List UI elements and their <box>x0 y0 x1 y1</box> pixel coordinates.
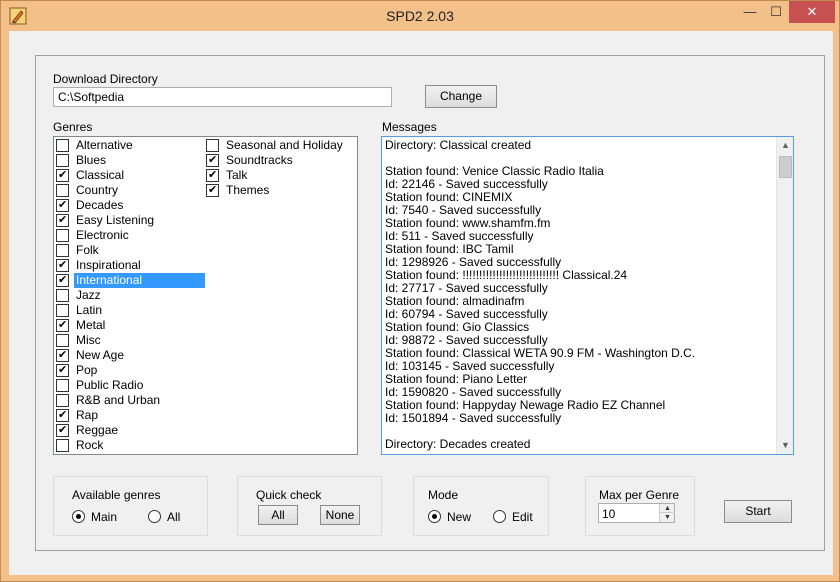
messages-text: Directory: Classical created Station foun… <box>382 139 776 451</box>
genre-checkbox[interactable] <box>206 183 219 198</box>
edit-radio-label: Edit <box>512 510 533 524</box>
genre-label: New Age <box>76 348 125 362</box>
message-line: Directory: Classical created <box>385 138 532 152</box>
change-button[interactable]: Change <box>425 85 497 108</box>
max-per-genre-label: Max per Genre <box>599 488 680 502</box>
mode-group: Mode New Edit <box>413 476 549 536</box>
genre-checkbox[interactable] <box>56 379 69 392</box>
genre-label: Latin <box>76 303 103 317</box>
genre-label: Blues <box>76 153 107 167</box>
genre-label: Folk <box>76 243 99 257</box>
genre-checkbox[interactable] <box>56 229 69 242</box>
genre-label: Metal <box>76 318 106 332</box>
genre-checkbox[interactable] <box>206 153 219 168</box>
genres-checklist[interactable]: AlternativeBluesClassicalCountryDecadesE… <box>53 136 358 455</box>
messages-scrollbar[interactable]: ▲ ▼ <box>776 137 793 454</box>
radio-new-dot[interactable] <box>428 510 441 523</box>
max-per-genre-value[interactable]: 10 <box>602 507 615 521</box>
scroll-up-icon[interactable]: ▲ <box>777 137 793 154</box>
genre-label: Reggae <box>76 423 119 437</box>
messages-label: Messages <box>382 120 437 134</box>
new-radio-label: New <box>447 510 472 524</box>
genre-label: Electronic <box>76 228 129 242</box>
genre-checkbox[interactable] <box>56 273 69 288</box>
message-line: Id: 1501894 - Saved successfully <box>385 411 562 425</box>
genre-checkbox[interactable] <box>206 139 219 152</box>
genre-checkbox[interactable] <box>56 348 69 363</box>
scroll-thumb[interactable] <box>779 156 792 178</box>
main-panel: Download Directory C:\Softpedia Change G… <box>35 55 825 551</box>
minimize-button[interactable]: — <box>737 1 763 23</box>
genre-checkbox[interactable] <box>56 423 69 438</box>
genres-label: Genres <box>53 120 93 134</box>
genre-checkbox[interactable] <box>56 198 69 213</box>
app-window: SPD2 2.03 — ☐ ✕ Download Directory C:\So… <box>0 0 840 582</box>
genre-checkbox[interactable] <box>56 244 69 257</box>
max-per-genre-stepper[interactable]: 10 ▲ ▼ <box>598 503 675 523</box>
genre-label: Jazz <box>76 288 101 302</box>
genre-checkbox[interactable] <box>206 168 219 183</box>
genre-label: Public Radio <box>76 378 144 392</box>
genre-label: Inspirational <box>76 258 141 272</box>
stepper-buttons: ▲ ▼ <box>659 504 675 522</box>
genre-checkbox[interactable] <box>56 363 69 378</box>
stepper-up-icon[interactable]: ▲ <box>660 504 675 513</box>
radio-main-dot[interactable] <box>72 510 85 523</box>
genre-label: Misc <box>76 333 101 347</box>
genre-checkbox[interactable] <box>56 394 69 407</box>
genre-label: Alternative <box>76 138 133 152</box>
title-bar[interactable]: SPD2 2.03 — ☐ ✕ <box>1 1 839 31</box>
maximize-button[interactable]: ☐ <box>763 1 789 23</box>
window-title: SPD2 2.03 <box>386 8 454 24</box>
genre-checkbox[interactable] <box>56 154 69 167</box>
genre-checkbox[interactable] <box>56 289 69 302</box>
genre-label: Talk <box>226 168 248 182</box>
genre-checkbox[interactable] <box>56 408 69 423</box>
quick-check-label: Quick check <box>256 488 322 502</box>
genre-checkbox[interactable] <box>56 168 69 183</box>
genre-checkbox[interactable] <box>56 184 69 197</box>
genre-label: International <box>74 273 205 288</box>
genre-label: R&B and Urban <box>76 393 161 407</box>
available-genres-label: Available genres <box>72 488 161 502</box>
genre-label: Country <box>76 183 119 197</box>
genre-checkbox[interactable] <box>56 439 69 452</box>
message-line: Directory: Decades created <box>385 437 531 451</box>
download-directory-input[interactable]: C:\Softpedia <box>53 87 392 107</box>
max-per-genre-group: Max per Genre 10 ▲ ▼ <box>585 476 695 536</box>
genre-checkbox[interactable] <box>56 334 69 347</box>
genre-checkbox[interactable] <box>56 318 69 333</box>
radio-edit-dot[interactable] <box>493 510 506 523</box>
genre-label: Pop <box>76 363 98 377</box>
main-radio-label: Main <box>91 510 118 524</box>
genre-label: Easy Listening <box>76 213 155 227</box>
genre-label: Rock <box>76 438 104 452</box>
quick-check-group: Quick check All None <box>237 476 382 536</box>
available-genres-group: Available genres Main All <box>53 476 208 536</box>
genre-label: Classical <box>76 168 125 182</box>
genre-checkbox[interactable] <box>56 258 69 273</box>
radio-all-dot[interactable] <box>148 510 161 523</box>
all-radio-label: All <box>167 510 181 524</box>
client-area: Download Directory C:\Softpedia Change G… <box>9 31 833 575</box>
genre-label: Soundtracks <box>226 153 293 167</box>
mode-label: Mode <box>428 488 459 502</box>
genre-checkbox[interactable] <box>56 139 69 152</box>
genre-checkbox[interactable] <box>56 304 69 317</box>
messages-log[interactable]: Directory: Classical created Station foun… <box>381 136 794 455</box>
close-button[interactable]: ✕ <box>789 1 835 23</box>
check-all-button[interactable]: All <box>258 505 298 525</box>
stepper-down-icon[interactable]: ▼ <box>660 513 675 522</box>
start-button[interactable]: Start <box>724 500 792 523</box>
download-directory-label: Download Directory <box>53 72 158 86</box>
genre-label: Decades <box>76 198 124 212</box>
scroll-down-icon[interactable]: ▼ <box>777 437 793 454</box>
genre-label: Themes <box>226 183 270 197</box>
genre-label: Rap <box>76 408 99 422</box>
genre-checkbox[interactable] <box>56 213 69 228</box>
check-none-button[interactable]: None <box>320 505 360 525</box>
genre-label: Seasonal and Holiday <box>226 138 343 152</box>
